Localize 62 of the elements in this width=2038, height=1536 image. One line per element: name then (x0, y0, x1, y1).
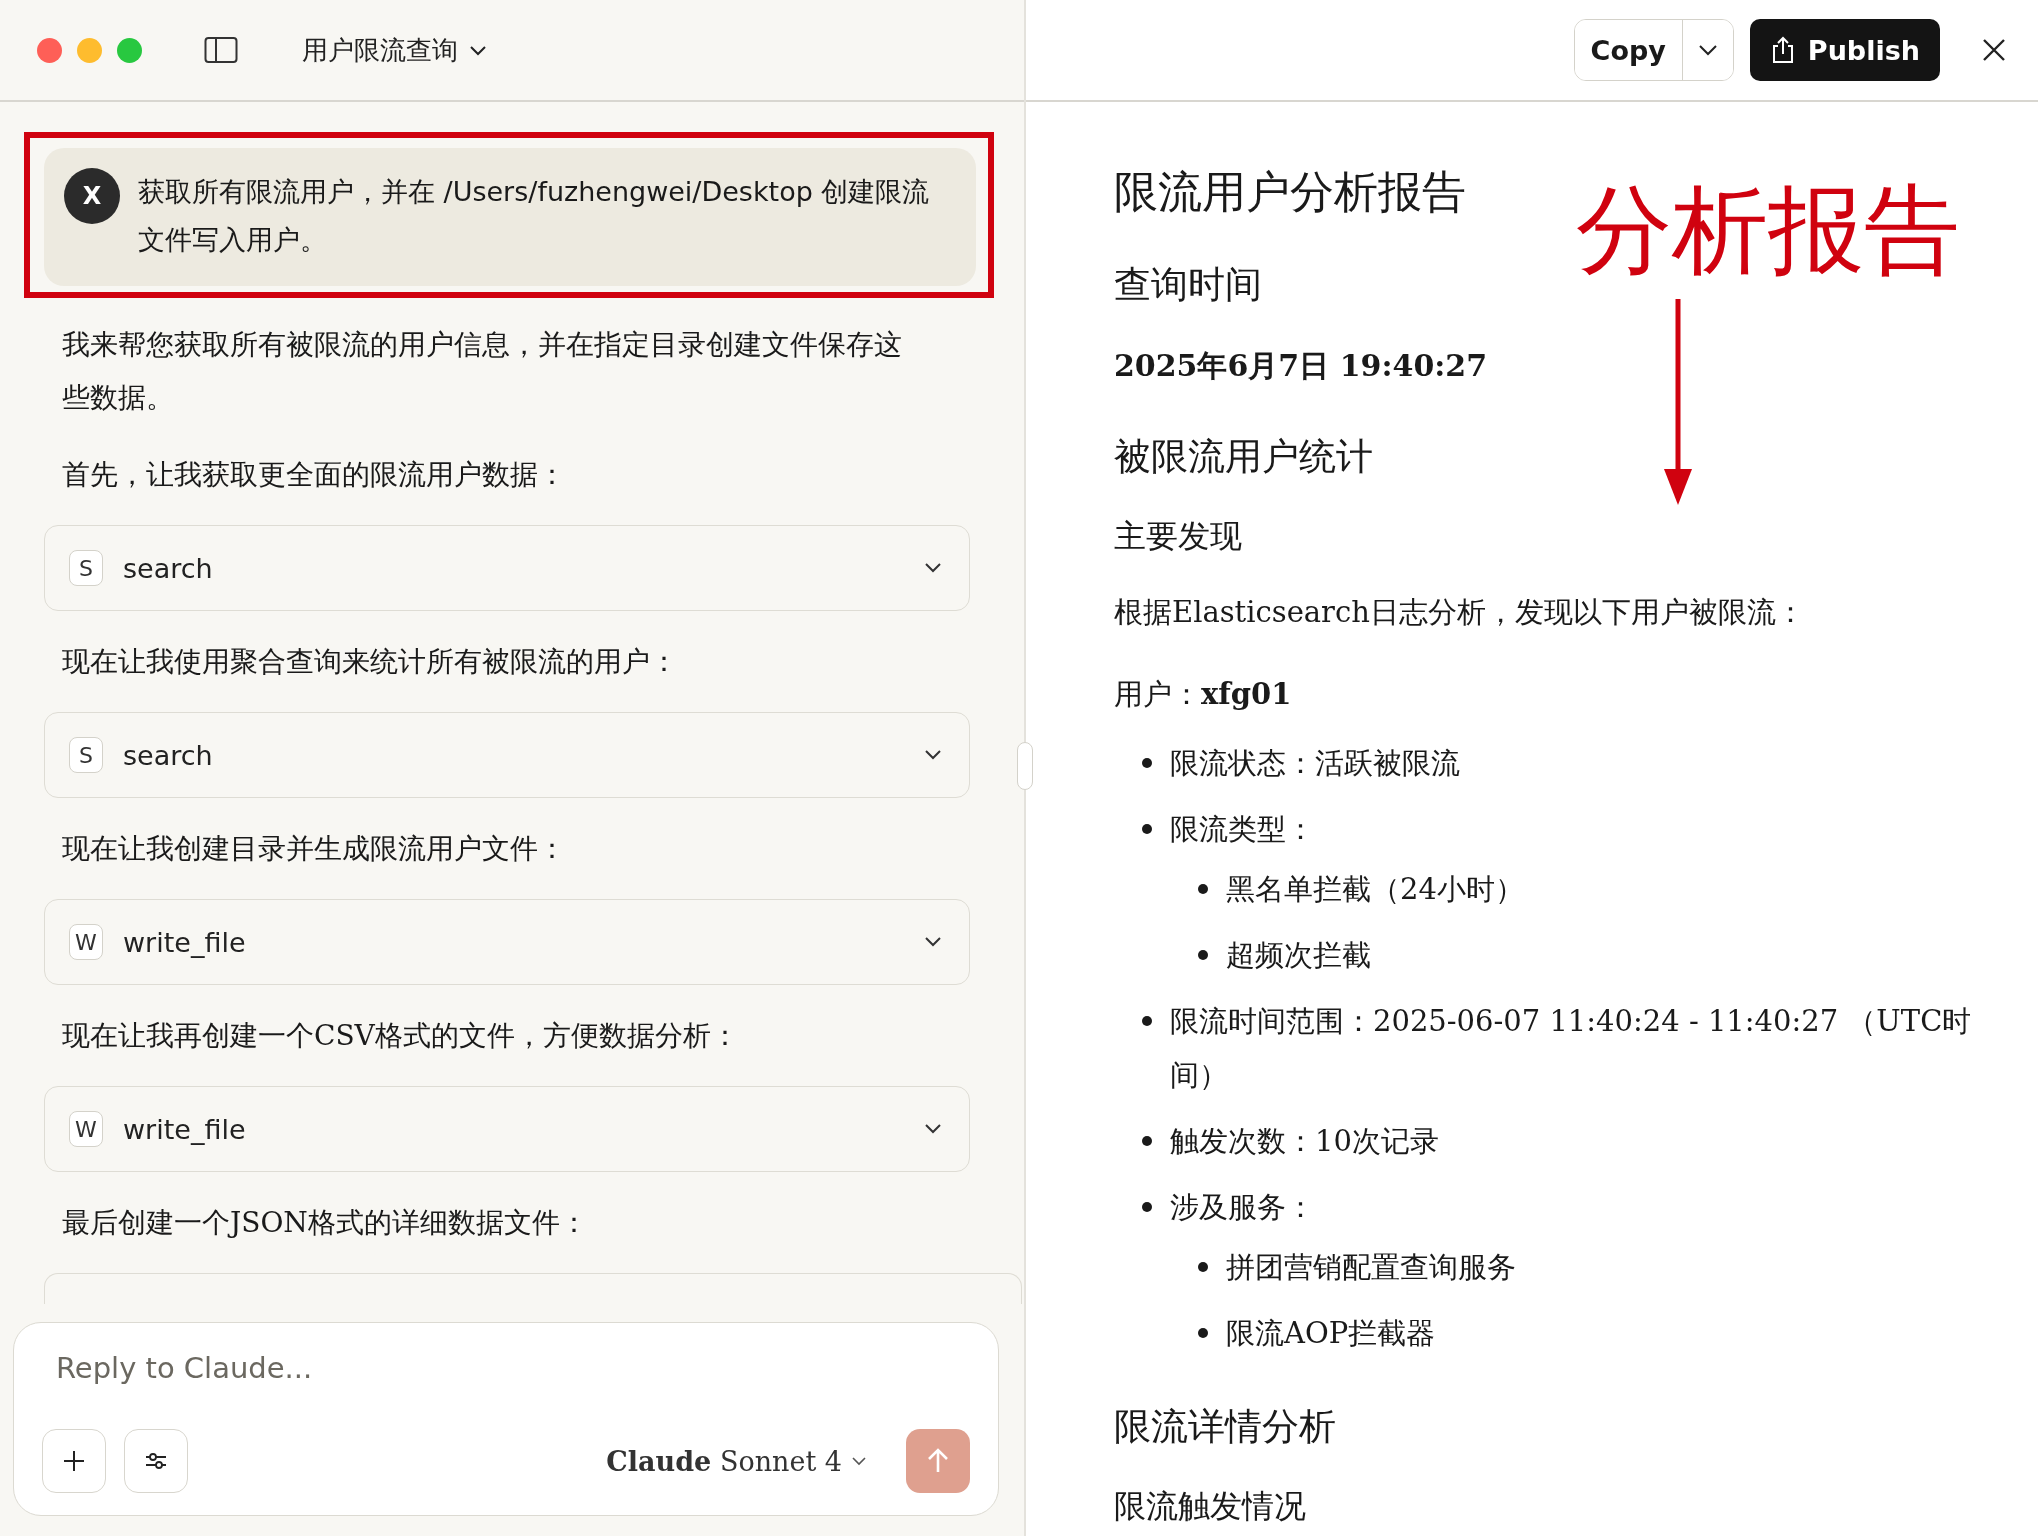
subsection-heading: 主要发现 (1114, 516, 1243, 557)
copy-button[interactable]: Copy (1574, 20, 1683, 80)
assistant-message-text: 首先，让我获取更全面的限流用户数据： (62, 457, 567, 493)
tool-call-card[interactable]: S search (44, 712, 970, 798)
send-button[interactable] (906, 1429, 970, 1493)
assistant-message-text: 现在让我再创建一个CSV格式的文件，方便数据分析： (62, 1018, 740, 1054)
list-item-text: 限流类型： (1170, 811, 1315, 848)
list-item-text: 触发次数：10次记录 (1170, 1123, 1439, 1160)
report-title: 限流用户分析报告 (1114, 165, 1467, 219)
bullet-icon (1142, 758, 1152, 768)
model-selector[interactable]: Claude Sonnet 4 (600, 1444, 874, 1478)
bullet-icon (1198, 1328, 1208, 1338)
sidebar-icon[interactable] (204, 36, 238, 64)
conversation-title-menu[interactable]: 用户限流查询 (302, 32, 488, 68)
chevron-down-icon (1696, 43, 1719, 57)
assistant-message-text: 我来帮您获取所有被限流的用户信息，并在指定目录创建文件保存这些数据。 (62, 327, 903, 416)
chevron-down-icon (923, 749, 943, 761)
tool-call-card[interactable]: W write_file (44, 1086, 970, 1172)
minimize-window-icon[interactable] (77, 37, 102, 63)
bullet-icon (1142, 1202, 1152, 1212)
chevron-down-icon (923, 936, 943, 948)
list-item-text: 超频次拦截 (1226, 937, 1371, 974)
user-line: 用户：xfg01 (1114, 676, 1293, 713)
section-heading: 被限流用户统计 (1114, 434, 1374, 480)
assistant-message-text: 现在让我使用聚合查询来统计所有被限流的用户： (62, 644, 679, 680)
list-item-text: 限流状态：活跃被限流 (1170, 745, 1460, 782)
reply-input-field[interactable]: Reply to Claude... (42, 1345, 970, 1391)
list-item-text: 限流AOP拦截器 (1226, 1315, 1436, 1352)
user-message-text: 获取所有限流用户，并在 /Users/fuzhengwei/Desktop 创建限流文件写入用户。 (138, 175, 931, 257)
bullet-icon (1198, 1262, 1208, 1272)
chevron-down-icon (468, 43, 488, 57)
add-button[interactable] (42, 1429, 106, 1493)
report-paragraph: 根据Elasticsearch日志分析，发现以下用户被限流： (1114, 594, 1806, 631)
list-item-text: 黑名单拦截（24小时） (1226, 871, 1524, 908)
query-timestamp: 2025年6月7日 19:40:27 (1114, 347, 1489, 385)
section-heading: 查询时间 (1114, 262, 1263, 308)
publish-button[interactable]: Publish (1749, 19, 1940, 81)
assistant-message-text: 最后创建一个JSON格式的详细数据文件： (62, 1205, 589, 1241)
resize-handle[interactable] (1017, 742, 1033, 790)
chevron-down-icon (850, 1455, 868, 1467)
bullet-icon (1142, 1016, 1152, 1026)
bullet-icon (1142, 1136, 1152, 1146)
list-item-text: 涉及服务： (1170, 1189, 1315, 1226)
plus-icon (61, 1448, 87, 1474)
assistant-message-text: 现在让我创建目录并生成限流用户文件： (62, 831, 567, 867)
bullet-icon (1142, 824, 1152, 834)
list-item-text: 限流时间范围：2025-06-07 11:40:24 - 11:40:27 （UTC时间） (1170, 1003, 1973, 1094)
tool-call-card[interactable]: W write_file (44, 899, 970, 985)
tool-call-card[interactable] (44, 1273, 1022, 1304)
subsection-heading: 限流触发情况 (1114, 1486, 1307, 1527)
section-heading: 限流详情分析 (1114, 1404, 1337, 1450)
tool-call-card[interactable]: S search (44, 525, 970, 611)
annotation-label: 分析报告 (1576, 175, 1960, 285)
list-item-text: 拼团营销配置查询服务 (1226, 1249, 1516, 1286)
chevron-down-icon (923, 562, 943, 574)
close-window-icon[interactable] (37, 37, 62, 63)
settings-button[interactable] (124, 1429, 188, 1493)
user-avatar: X (64, 168, 120, 224)
bullet-icon (1198, 950, 1208, 960)
bullet-icon (1198, 884, 1208, 894)
maximize-window-icon[interactable] (117, 37, 142, 63)
chevron-down-icon (923, 1123, 943, 1135)
